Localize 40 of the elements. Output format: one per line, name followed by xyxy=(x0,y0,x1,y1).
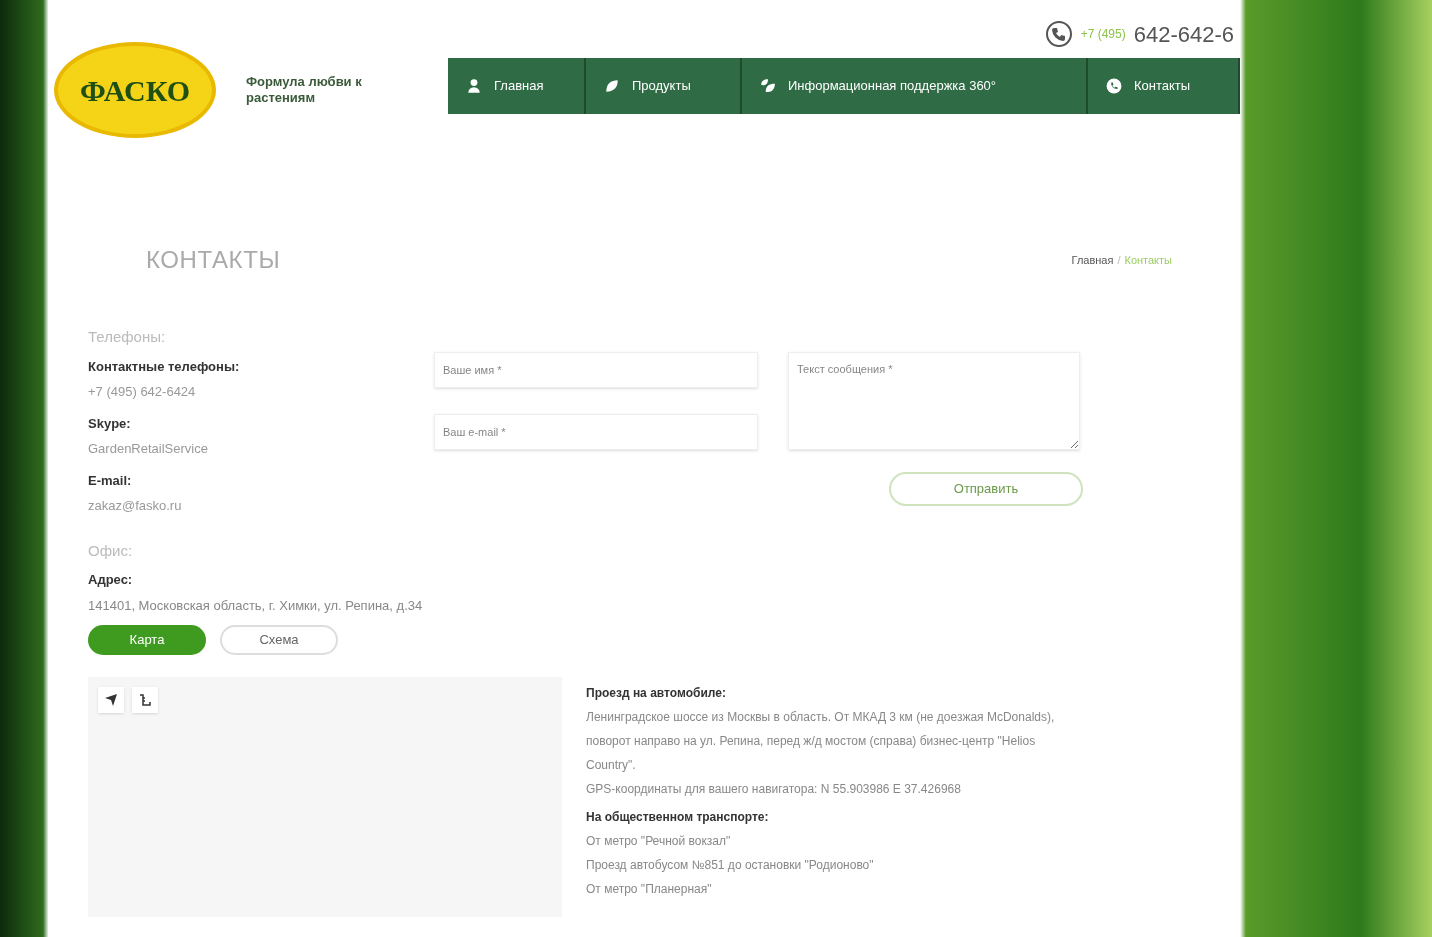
address-text: 141401, Московская область, г. Химки, ул. Репина, д.34 xyxy=(88,596,424,615)
name-field[interactable]: Ваше имя * xyxy=(434,352,758,388)
phone-icon xyxy=(1106,78,1122,94)
leaf-icon xyxy=(604,78,620,94)
directions-text: От метро "Речной вокзал" xyxy=(586,833,732,850)
directions-text: Ленинградское шоссе из Москвы в область. От МКАД 3 км (не доезжая McDonalds), поворот направо на ул. Репина, перед ж/д мостом (справа) бизнес-центр "Helios Country". xyxy=(586,709,1056,774)
submit-button[interactable]: Отправить xyxy=(889,472,1083,506)
nav-link[interactable]: Информационная поддержка 360° xyxy=(742,58,1088,114)
section-heading: Офис: xyxy=(88,540,134,561)
directions-heading: Проезд на автомобиле: xyxy=(586,685,727,702)
nav-link[interactable]: Контакты xyxy=(1088,58,1240,114)
phone-icon xyxy=(1044,20,1073,48)
section-heading: Телефоны: xyxy=(88,327,167,347)
email-field[interactable]: Ваш e-mail * xyxy=(434,414,758,450)
person-icon xyxy=(466,78,482,94)
ruler-icon[interactable] xyxy=(132,687,158,713)
directions-text: От метро "Планерная" xyxy=(586,881,713,898)
breadcrumb-link[interactable]: Главная xyxy=(1071,251,1114,269)
breadcrumb-separator: / xyxy=(1117,252,1121,268)
contact-label: E-mail: xyxy=(88,471,133,490)
page-title: КОНТАКТЫ xyxy=(146,245,281,275)
contact-value: +7 (495) 642-6424 xyxy=(88,383,197,401)
phone-number: 642-642-6 xyxy=(1133,20,1234,49)
nav-link[interactable]: Продукты xyxy=(586,58,742,114)
nav-link[interactable]: Главная xyxy=(448,58,586,114)
contact-label: Контактные телефоны: xyxy=(88,357,241,376)
map-tab[interactable]: Карта xyxy=(88,625,206,655)
directions-text: Проезд автобусом №851 до остановки "Родионово" xyxy=(586,857,875,874)
phone-code: +7 (495) xyxy=(1080,26,1126,43)
leaves-icon xyxy=(760,78,776,94)
map-tab[interactable]: Схема xyxy=(220,625,338,655)
contact-value: zakaz@fasko.ru xyxy=(88,497,183,515)
directions-heading: На общественном транспорте: xyxy=(586,809,770,826)
directions-text: GPS-координаты для вашего навигатора: N 55.903986 E 37.426968 xyxy=(586,781,962,798)
logo[interactable]: ФАСКО xyxy=(54,42,216,138)
contact-value: GardenRetailService xyxy=(88,440,209,458)
contact-label: Skype: xyxy=(88,414,132,433)
tagline: Формула любви к растениям xyxy=(246,74,363,107)
address-label: Адрес: xyxy=(88,571,134,589)
message-field[interactable]: Текст сообщения * xyxy=(788,352,1080,450)
